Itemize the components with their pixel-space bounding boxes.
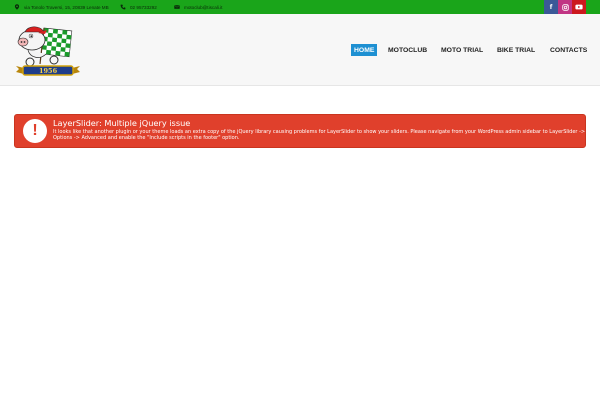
youtube-button[interactable] (572, 0, 586, 14)
address-text: via Tonolo Traversi, 15, 20839 Lenate MB (24, 4, 109, 10)
email-link[interactable]: motoclub@tiscali.it (184, 5, 222, 10)
alert-title: LayerSlider: Multiple jQuery issue (53, 118, 191, 128)
youtube-icon (575, 4, 583, 10)
email-info: motoclub@tiscali.it (174, 0, 222, 14)
site-header: 1956 HOME MOTOCLUB MOTO TRIAL BIKE TRIAL… (0, 14, 600, 86)
phone-link[interactable]: 02 95733292 (130, 5, 157, 10)
phone-info: 02 95733292 (120, 0, 157, 14)
phone-icon (120, 4, 126, 10)
nav-bike-trial[interactable]: BIKE TRIAL (497, 44, 535, 56)
facebook-icon: f (549, 3, 553, 11)
nav-contacts[interactable]: CONTACTS (550, 44, 587, 56)
layerslider-error-alert: ! LayerSlider: Multiple jQuery issue It … (14, 114, 586, 148)
instagram-icon (561, 3, 569, 11)
logo-year: 1956 (39, 67, 58, 75)
nav-home[interactable]: HOME (351, 44, 378, 56)
top-bar: via Tonolo Traversi, 15, 20839 Lenate MB… (0, 0, 600, 14)
alert-message: It looks like that another plugin or you… (53, 129, 586, 142)
map-pin-icon (14, 4, 20, 10)
exclamation-icon: ! (23, 119, 47, 143)
envelope-icon (174, 5, 180, 9)
nav-moto-trial[interactable]: MOTO TRIAL (441, 44, 483, 56)
address-info: via Tonolo Traversi, 15, 20839 Lenate MB (14, 0, 109, 14)
instagram-button[interactable] (558, 0, 572, 14)
nav-motoclub[interactable]: MOTOCLUB (388, 44, 427, 56)
site-logo[interactable]: 1956 (14, 24, 82, 80)
facebook-button[interactable]: f (544, 0, 558, 14)
